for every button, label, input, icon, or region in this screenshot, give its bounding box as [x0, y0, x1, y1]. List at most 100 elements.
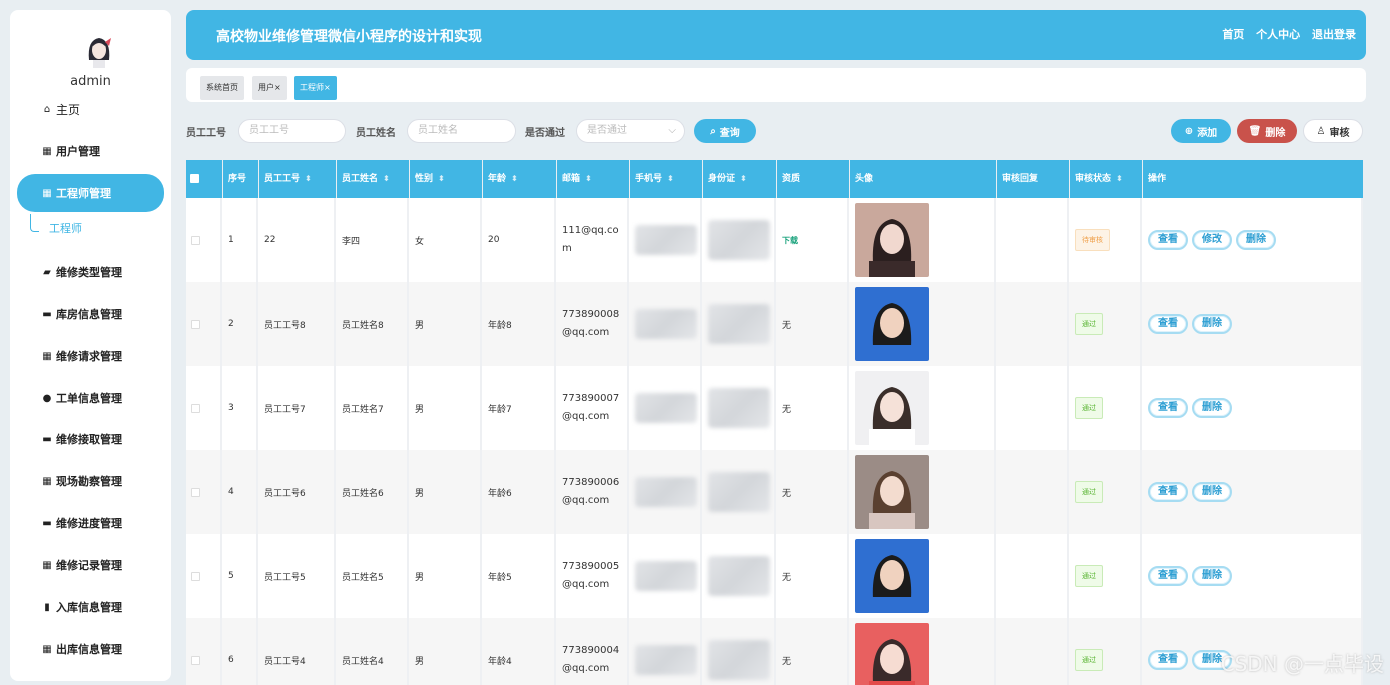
add-button-label: 添加	[1197, 127, 1218, 139]
avatar-photo[interactable]	[855, 623, 929, 685]
cell-name: 员工姓名7	[337, 366, 409, 450]
sort-icon[interactable]: ⬍	[438, 174, 445, 183]
delete-row-button[interactable]: 删除	[1192, 314, 1232, 334]
clipboard-icon: ▮	[44, 601, 50, 613]
passed-label: 是否通过	[525, 128, 565, 139]
sidebar-item-site-survey-mgmt[interactable]: ▦ 现场勘察管理	[17, 462, 164, 500]
sidebar-item-repair-type-mgmt[interactable]: ▰ 维修类型管理	[17, 253, 164, 291]
row-checkbox[interactable]	[191, 403, 200, 413]
column-header-phone[interactable]: 手机号 ⬍	[630, 160, 702, 198]
download-link[interactable]: 下载	[782, 235, 798, 246]
username: admin	[70, 74, 111, 89]
home-link[interactable]: 首页	[1222, 28, 1244, 41]
view-button[interactable]: 查看	[1148, 398, 1188, 418]
column-header-email[interactable]: 邮箱 ⬍	[557, 160, 629, 198]
delete-row-button[interactable]: 删除	[1192, 482, 1232, 502]
sidebar-item-user-mgmt[interactable]: ▦ 用户管理	[17, 132, 164, 170]
add-button[interactable]: ⊕ 添加	[1171, 119, 1231, 143]
column-header-label: 邮箱	[562, 174, 581, 184]
audit-button[interactable]: ♙ 审核	[1303, 119, 1363, 143]
sidebar-item-repair-progress-mgmt[interactable]: ▬ 维修进度管理	[17, 504, 164, 542]
sidebar-item-outbound-info-mgmt[interactable]: ▦ 出库信息管理	[17, 630, 164, 668]
tab-user[interactable]: 用户×	[252, 76, 287, 100]
view-button[interactable]: 查看	[1148, 314, 1188, 334]
sidebar-item-inbound-info-mgmt[interactable]: ▮ 入库信息管理	[17, 588, 164, 626]
emp-name-input[interactable]: 员工姓名	[407, 119, 516, 143]
tab-engineer[interactable]: 工程师×	[294, 76, 337, 100]
cell-text: 1	[228, 235, 234, 245]
sidebar-subitem-engineer[interactable]: 工程师	[30, 214, 150, 244]
sidebar-item-repair-record-mgmt[interactable]: ▦ 维修记录管理	[17, 546, 164, 584]
row-checkbox[interactable]	[191, 235, 200, 245]
row-checkbox[interactable]	[191, 655, 200, 665]
sidebar-item-engineer-mgmt[interactable]: ▦ 工程师管理	[17, 174, 164, 212]
row-checkbox[interactable]	[191, 487, 200, 497]
sort-icon[interactable]: ⬍	[1116, 174, 1123, 183]
column-header-age[interactable]: 年龄 ⬍	[483, 160, 556, 198]
column-header-label: 操作	[1148, 174, 1167, 184]
avatar[interactable]	[79, 30, 119, 70]
sort-icon[interactable]: ⬍	[585, 174, 592, 183]
delete-button[interactable]: 🗑 删除	[1237, 119, 1297, 143]
row-checkbox[interactable]	[191, 319, 200, 329]
column-header-emp-no[interactable]: 员工工号 ⬍	[259, 160, 336, 198]
cell-operations: 查看 删除	[1143, 450, 1363, 534]
column-header-qualification: 资质	[777, 160, 849, 198]
cell-text: 20	[488, 235, 500, 245]
sidebar-item-home[interactable]: ⌂ 主页	[17, 90, 164, 128]
emp-no-input[interactable]: 员工工号	[238, 119, 346, 143]
delete-row-button[interactable]: 删除	[1236, 230, 1276, 250]
avatar-photo[interactable]	[855, 287, 929, 361]
sort-icon[interactable]: ⬍	[383, 174, 390, 183]
view-button[interactable]: 查看	[1148, 230, 1188, 250]
top-header: 高校物业维修管理微信小程序的设计和实现 首页 个人中心 退出登录	[186, 10, 1366, 60]
status-badge: 待审核	[1075, 229, 1110, 251]
sort-icon[interactable]: ⬍	[740, 174, 747, 183]
query-button[interactable]: ⌕ 查询	[694, 119, 756, 143]
cell-text: 女	[415, 236, 425, 247]
column-header-label: 序号	[228, 174, 247, 184]
sort-icon[interactable]: ⬍	[305, 174, 312, 183]
avatar-photo[interactable]	[855, 371, 929, 445]
column-header-gender[interactable]: 性别 ⬍	[410, 160, 482, 198]
column-header-label: 年龄	[488, 174, 507, 184]
passed-select[interactable]: 是否通过 ⌵	[576, 119, 685, 143]
home-icon: ⌂	[43, 103, 51, 115]
sidebar-item-work-order-mgmt[interactable]: ● 工单信息管理	[17, 379, 164, 417]
sidebar-item-label: 出库信息管理	[56, 643, 122, 656]
redacted-id-card	[708, 640, 770, 680]
row-checkbox[interactable]	[191, 571, 200, 581]
cell-text: 22	[264, 235, 276, 245]
delete-row-button[interactable]: 删除	[1192, 398, 1232, 418]
cell-text: 男	[415, 656, 425, 667]
plus-circle-icon: ⊕	[1184, 125, 1194, 137]
view-button[interactable]: 查看	[1148, 650, 1188, 670]
sort-icon[interactable]: ⬍	[667, 174, 674, 183]
cell-gender: 女	[410, 198, 482, 282]
tab-system-home[interactable]: 系统首页	[200, 76, 244, 100]
column-header-label: 身份证	[708, 174, 736, 184]
delete-row-button[interactable]: 删除	[1192, 566, 1232, 586]
sidebar-item-warehouse-info-mgmt[interactable]: ▬ 库房信息管理	[17, 295, 164, 333]
avatar-photo[interactable]	[855, 455, 929, 529]
column-header-select[interactable]	[186, 160, 222, 198]
column-header-operations: 操作	[1143, 160, 1363, 198]
sort-icon[interactable]: ⬍	[511, 174, 518, 183]
logout-link[interactable]: 退出登录	[1312, 28, 1356, 41]
column-header-id-card[interactable]: 身份证 ⬍	[703, 160, 776, 198]
avatar-photo[interactable]	[855, 539, 929, 613]
redacted-id-card	[708, 388, 770, 428]
edit-button[interactable]: 修改	[1192, 230, 1232, 250]
view-button[interactable]: 查看	[1148, 482, 1188, 502]
sidebar-item-repair-accept-mgmt[interactable]: ▬ 维修接取管理	[17, 420, 164, 458]
column-header-audit-status[interactable]: 审核状态 ⬍	[1070, 160, 1142, 198]
view-button[interactable]: 查看	[1148, 566, 1188, 586]
passed-select-value: 是否通过	[587, 125, 627, 136]
profile-link[interactable]: 个人中心	[1256, 28, 1300, 41]
chevron-down-icon: ⌵	[668, 125, 676, 136]
avatar-photo[interactable]	[855, 203, 929, 277]
select-all-checkbox[interactable]	[190, 174, 199, 183]
column-header-name[interactable]: 员工姓名 ⬍	[337, 160, 409, 198]
sidebar-item-repair-request-mgmt[interactable]: ▦ 维修请求管理	[17, 337, 164, 375]
cell-select	[186, 366, 222, 450]
